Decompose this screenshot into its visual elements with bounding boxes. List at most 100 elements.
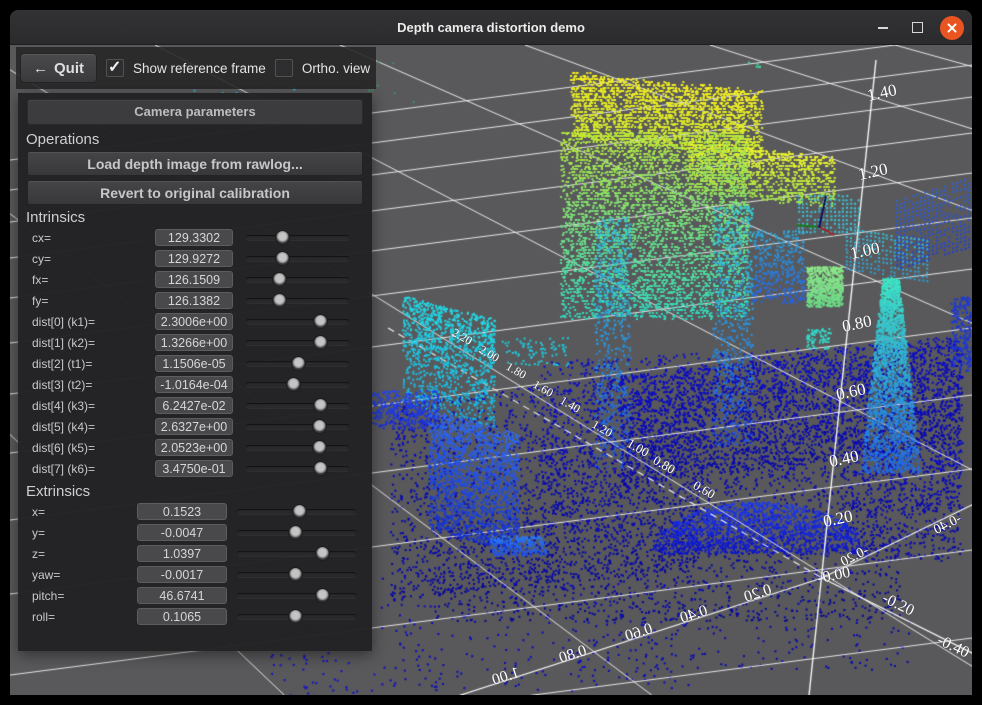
param-value-box[interactable]: -0.0047 — [137, 524, 227, 541]
slider-track[interactable] — [246, 466, 349, 471]
minimize-button[interactable] — [872, 17, 894, 39]
slider-knob[interactable] — [313, 314, 328, 329]
quit-arrow-icon: ← — [33, 60, 48, 77]
slider-track[interactable] — [246, 340, 349, 345]
slider-track[interactable] — [246, 235, 349, 240]
3d-viewport[interactable]: 1.401.201.000.800.600.400.20-0.00-0.20-0… — [10, 45, 972, 695]
slider-knob[interactable] — [275, 230, 290, 245]
param-value-box[interactable]: 1.0397 — [137, 545, 227, 562]
slider-knob[interactable] — [315, 546, 330, 561]
slider-track[interactable] — [237, 593, 356, 598]
param-slider[interactable] — [246, 292, 349, 309]
param-slider[interactable] — [237, 608, 356, 625]
param-slider[interactable] — [246, 355, 349, 372]
section-operations: Operations — [26, 131, 372, 148]
param-row: y=-0.0047 — [32, 524, 372, 541]
slider-knob[interactable] — [288, 567, 303, 582]
slider-track[interactable] — [246, 445, 349, 450]
param-row: dist[4] (k3)=6.2427e-02 — [32, 397, 372, 414]
param-value-box[interactable]: 129.9272 — [155, 250, 233, 267]
param-label: dist[2] (t1)= — [32, 357, 155, 371]
slider-knob[interactable] — [312, 440, 327, 455]
slider-track[interactable] — [246, 298, 349, 303]
window-title: Depth camera distortion demo — [10, 10, 972, 45]
slider-knob[interactable] — [288, 609, 303, 624]
param-value-box[interactable]: 0.1523 — [137, 503, 227, 520]
param-value-box[interactable]: 1.3266e+00 — [155, 334, 233, 351]
param-label: pitch= — [32, 589, 137, 603]
load-depth-image-button[interactable]: Load depth image from rawlog... — [27, 151, 363, 176]
ortho-view-checkbox[interactable] — [275, 59, 293, 77]
param-slider[interactable] — [246, 229, 349, 246]
extrinsics-rows: x=0.1523y=-0.0047z=1.0397yaw=-0.0017pitc… — [18, 503, 372, 625]
close-button[interactable] — [940, 16, 964, 40]
param-label: dist[4] (k3)= — [32, 399, 155, 413]
param-value-box[interactable]: 46.6741 — [137, 587, 227, 604]
param-slider[interactable] — [246, 418, 349, 435]
show-reference-frame-checkbox[interactable] — [106, 59, 124, 77]
slider-knob[interactable] — [292, 504, 307, 519]
param-slider[interactable] — [237, 524, 356, 541]
param-value-box[interactable]: 1.1506e-05 — [155, 355, 233, 372]
slider-track[interactable] — [246, 256, 349, 261]
param-slider[interactable] — [246, 313, 349, 330]
slider-knob[interactable] — [312, 419, 327, 434]
app-window: Depth camera distortion demo 1.401.201.0… — [0, 0, 982, 705]
param-value-box[interactable]: 2.6327e+00 — [155, 418, 233, 435]
slider-knob[interactable] — [272, 293, 287, 308]
slider-track[interactable] — [246, 319, 349, 324]
slider-knob[interactable] — [272, 272, 287, 287]
param-slider[interactable] — [237, 587, 356, 604]
param-row: z=1.0397 — [32, 545, 372, 562]
section-intrinsics: Intrinsics — [26, 209, 372, 226]
slider-track[interactable] — [246, 277, 349, 282]
param-slider[interactable] — [246, 460, 349, 477]
slider-track[interactable] — [237, 551, 356, 556]
param-slider[interactable] — [246, 397, 349, 414]
param-value-box[interactable]: 129.3302 — [155, 229, 233, 246]
slider-knob[interactable] — [315, 588, 330, 603]
param-value-box[interactable]: 2.0523e+00 — [155, 439, 233, 456]
param-row: pitch=46.6741 — [32, 587, 372, 604]
param-slider[interactable] — [237, 566, 356, 583]
minimize-icon — [878, 27, 888, 29]
param-slider[interactable] — [237, 503, 356, 520]
param-slider[interactable] — [246, 271, 349, 288]
param-slider[interactable] — [246, 250, 349, 267]
section-extrinsics: Extrinsics — [26, 483, 372, 500]
quit-button[interactable]: ← Quit — [20, 53, 97, 83]
param-row: cx=129.3302 — [32, 229, 372, 246]
slider-track[interactable] — [246, 424, 349, 429]
param-value-box[interactable]: -1.0164e-04 — [155, 376, 233, 393]
quit-label: Quit — [54, 60, 84, 77]
param-value-box[interactable]: 2.3006e+00 — [155, 313, 233, 330]
param-value-box[interactable]: 0.1065 — [137, 608, 227, 625]
param-slider[interactable] — [246, 376, 349, 393]
param-label: roll= — [32, 610, 137, 624]
slider-knob[interactable] — [275, 251, 290, 266]
param-value-box[interactable]: 6.2427e-02 — [155, 397, 233, 414]
param-value-box[interactable]: 126.1382 — [155, 292, 233, 309]
param-label: yaw= — [32, 568, 137, 582]
param-value-box[interactable]: 126.1509 — [155, 271, 233, 288]
param-row: dist[5] (k4)=2.6327e+00 — [32, 418, 372, 435]
slider-track[interactable] — [246, 403, 349, 408]
param-value-box[interactable]: 3.4750e-01 — [155, 460, 233, 477]
slider-knob[interactable] — [313, 461, 328, 476]
title-bar[interactable]: Depth camera distortion demo — [10, 10, 972, 45]
slider-knob[interactable] — [313, 335, 328, 350]
slider-knob[interactable] — [291, 356, 306, 371]
maximize-button[interactable] — [906, 17, 928, 39]
panel-header[interactable]: Camera parameters — [27, 99, 363, 125]
slider-knob[interactable] — [288, 525, 303, 540]
slider-knob[interactable] — [313, 398, 328, 413]
param-slider[interactable] — [246, 439, 349, 456]
param-slider[interactable] — [246, 334, 349, 351]
maximize-icon — [912, 22, 923, 33]
param-slider[interactable] — [237, 545, 356, 562]
camera-parameters-panel: Camera parameters Operations Load depth … — [18, 93, 372, 651]
param-value-box[interactable]: -0.0017 — [137, 566, 227, 583]
revert-calibration-button[interactable]: Revert to original calibration — [27, 180, 363, 205]
slider-knob[interactable] — [286, 377, 301, 392]
param-row: roll=0.1065 — [32, 608, 372, 625]
